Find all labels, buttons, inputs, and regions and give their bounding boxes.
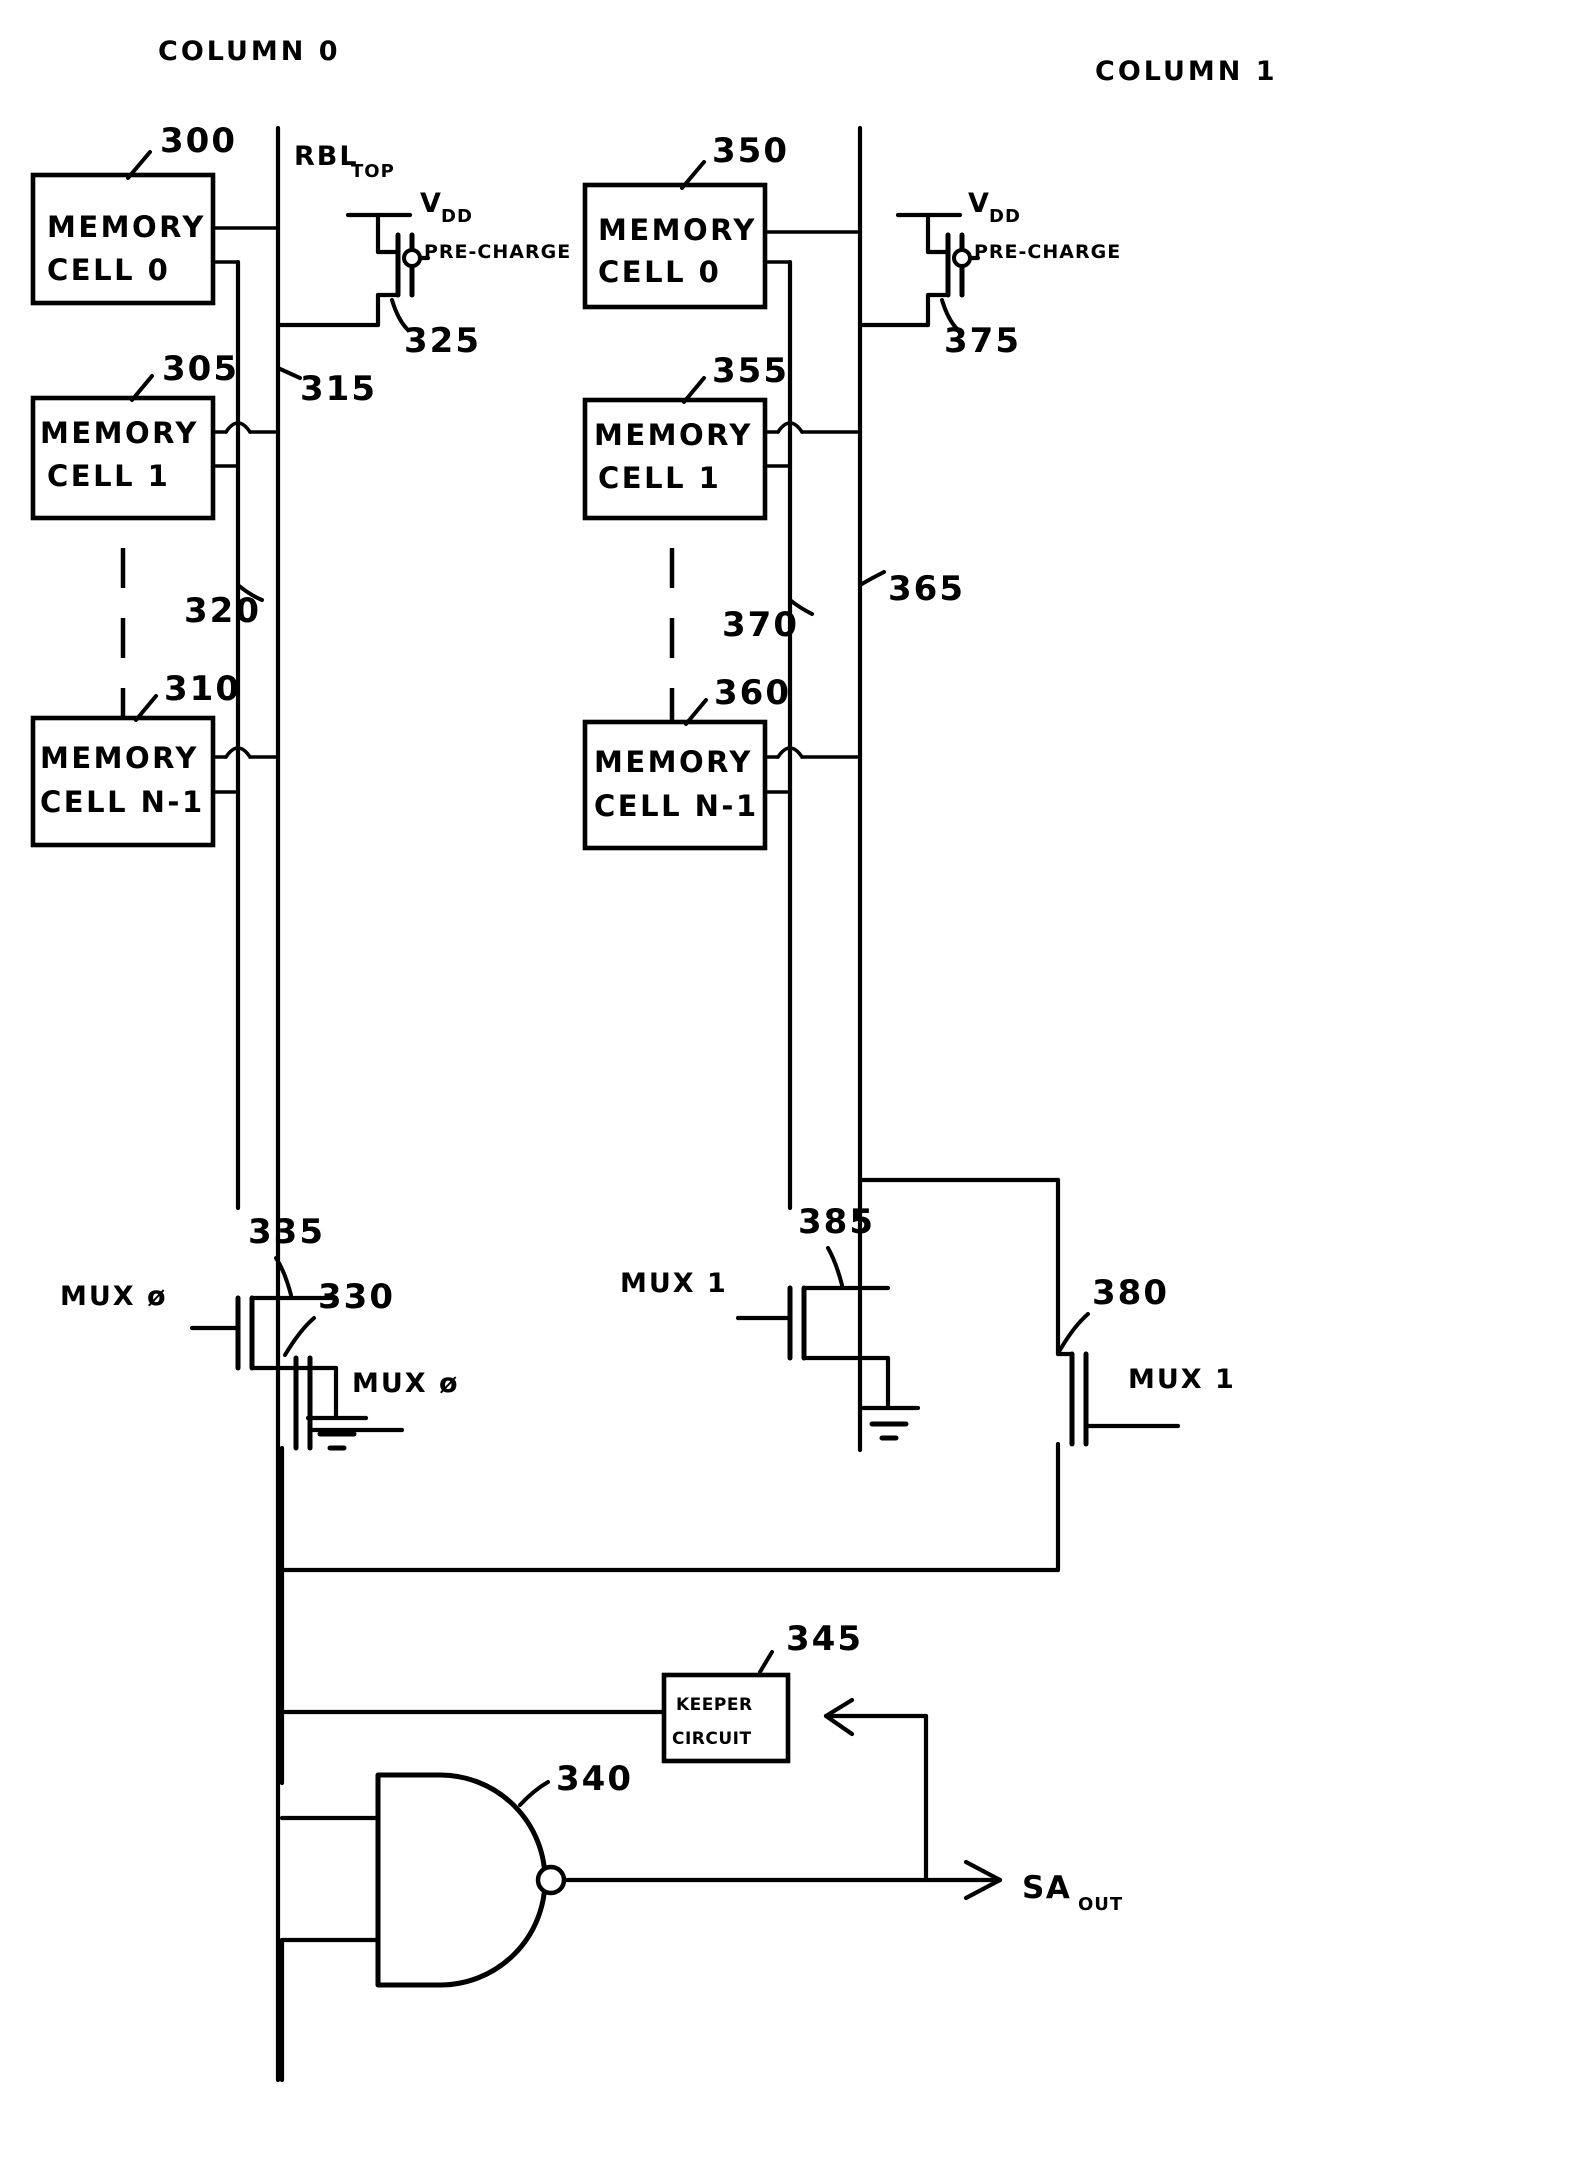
keeper-circuit-345-leader [758,1650,774,1674]
precharge-325-group: V DD PRE-CHARGE 325 [275,188,571,361]
mux-pulldown-335-group: MUX ø 335 [60,1212,369,1451]
memory-cell-350-ref: 350 [712,131,789,171]
sa-out-label: SA [1022,1870,1071,1906]
memory-cell-310-group: 310 MEMORY CELL N-1 [30,669,280,848]
wire-320-ref: 320 [184,591,261,631]
wire-365-ref: 365 [888,569,965,609]
keeper-circuit-345-line1: KEEPER [676,1695,753,1715]
mux-pass-380-group: 380 MUX 1 [1055,1177,1236,1573]
memory-cell-310-line1: MEMORY [40,741,199,775]
wire-315-ref: 315 [300,369,377,409]
column0-header: COLUMN 0 [158,36,341,67]
mux-pulldown-385-signal: MUX 1 [620,1268,728,1299]
mux-pulldown-335-ref: 335 [248,1212,325,1252]
mux-pass-380-ref: 380 [1092,1273,1169,1313]
memory-cell-355-line1: MEMORY [594,418,753,452]
memory-cell-360-group: 360 MEMORY CELL N-1 [582,673,862,851]
mux-pulldown-385-ref: 385 [798,1202,875,1242]
memory-cell-355-line2: CELL 1 [598,461,721,495]
memory-cell-310-line2: CELL N-1 [40,785,205,819]
mux-pass-330-ref: 330 [318,1277,395,1317]
wire-ref-320-group: 320 [184,583,264,631]
precharge-325-signal: PRE-CHARGE [424,241,571,263]
memory-cell-350-group: 350 MEMORY CELL 0 [582,131,862,310]
mux-pass-380-signal: MUX 1 [1128,1364,1236,1395]
rbl-top-label: RBL [294,141,359,172]
nand-gate-340-ref: 340 [556,1759,633,1799]
memory-cell-305-group: 305 MEMORY CELL 1 [30,349,280,521]
vdd-label-col0: V [420,188,443,219]
memory-cell-355-group: 355 MEMORY CELL 1 [582,351,862,521]
mux-pulldown-335-signal: MUX ø [60,1281,168,1312]
keeper-circuit-345-line2: CIRCUIT [672,1729,752,1749]
mux-pulldown-385-group: MUX 1 385 [620,1202,921,1441]
nand-gate-340-group: 340 SA OUT [279,1759,1123,2083]
precharge-375-gate-bubble [952,248,972,268]
vdd-sublabel-col0: DD [441,206,473,227]
memory-cell-305-ref: 305 [162,349,239,389]
wire-ref-365-group: 365 [858,569,965,609]
mux-pass-380-leader [1058,1312,1090,1352]
mux-pass-330-group: 330 MUX ø [279,1277,460,1573]
memory-cell-360-line2: CELL N-1 [594,789,759,823]
wire-ref-370-group: 370 [722,598,814,645]
memory-cell-300-line1: MEMORY [47,210,206,244]
memory-cell-360-line1: MEMORY [594,745,753,779]
nand-gate-340-output-bubble [535,1864,567,1896]
wire-365-leader [858,570,886,587]
vdd-sublabel-col1: DD [989,206,1021,227]
memory-cell-300-ref: 300 [160,121,237,161]
memory-cell-350-line2: CELL 0 [598,255,721,289]
vdd-label-col1: V [968,188,991,219]
memory-cell-305-line2: CELL 1 [47,459,170,493]
wire-370-ref: 370 [722,605,799,645]
precharge-375-signal: PRE-CHARGE [974,241,1121,263]
rbl-top-sublabel: TOP [351,161,395,182]
memory-cell-305-line1: MEMORY [40,416,199,450]
memory-cell-310-box [30,715,216,848]
precharge-325-gate-bubble [402,248,422,268]
precharge-325-ref: 325 [404,321,481,361]
wire-ref-315-group: 315 [276,366,377,409]
keeper-circuit-345-ref: 345 [786,1619,863,1659]
memory-cell-360-ref: 360 [714,673,791,713]
sa-out-sublabel: OUT [1078,1894,1123,1915]
mux-pass-330-signal: MUX ø [352,1368,460,1399]
schematic-canvas: COLUMN 0 COLUMN 1 RBL TOP 300 MEMORY CEL… [0,0,1586,2173]
column1-header: COLUMN 1 [1095,56,1278,87]
circuit-svg: COLUMN 0 COLUMN 1 RBL TOP 300 MEMORY CEL… [30,36,1278,2083]
mux-pulldown-385-leader [826,1246,844,1287]
precharge-375-ref: 375 [944,321,1021,361]
memory-cell-350-line1: MEMORY [598,213,757,247]
mux-pass-330-leader [283,1316,316,1357]
precharge-375-group: V DD PRE-CHARGE 375 [857,188,1121,361]
memory-cell-310-ref: 310 [164,669,241,709]
memory-cell-355-ref: 355 [712,351,789,391]
wire-315-leader [276,366,302,380]
nand-gate-340-leader [518,1780,550,1807]
memory-cell-300-group: 300 MEMORY CELL 0 [30,121,280,306]
memory-cell-360-box [582,719,768,851]
memory-cell-300-line2: CELL 0 [47,253,170,287]
